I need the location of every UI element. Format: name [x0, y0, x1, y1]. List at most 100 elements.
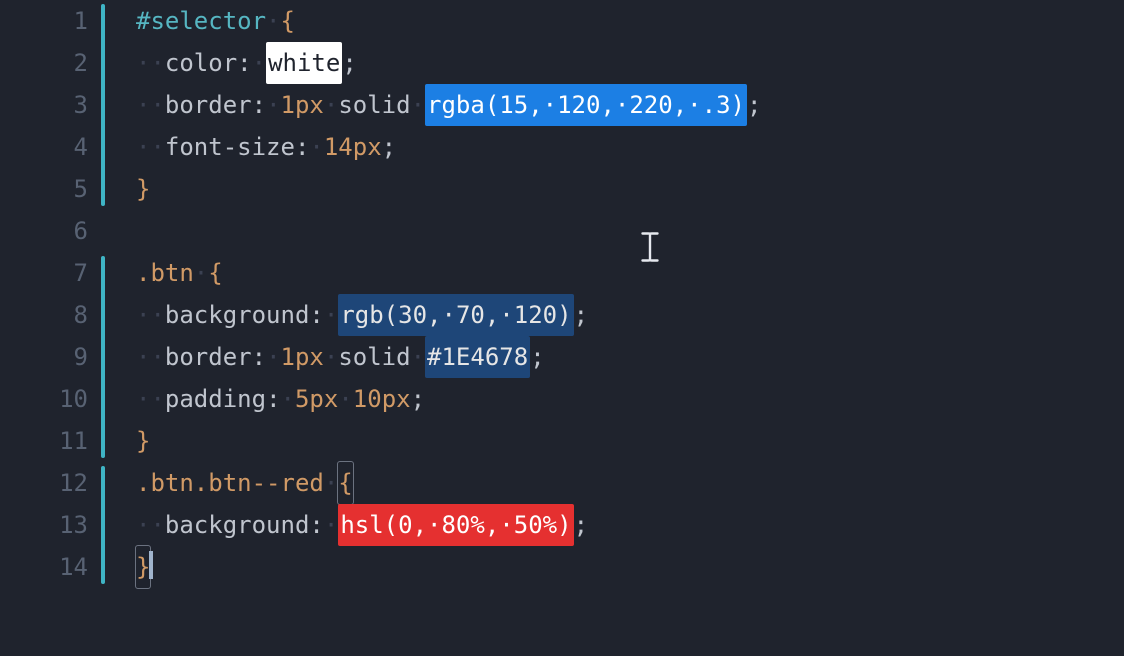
whitespace-dot: · — [411, 91, 425, 119]
paren-open: ( — [485, 91, 499, 119]
number: 70 — [456, 301, 485, 329]
code-area[interactable]: #selector·{ ··color:·white; ··border:·1p… — [108, 0, 1124, 656]
whitespace-dot: · — [150, 301, 164, 329]
keyword: solid — [338, 343, 410, 371]
line-number: 2 — [0, 42, 100, 84]
css-property: border — [165, 343, 252, 371]
whitespace-dot: · — [266, 343, 280, 371]
css-property: padding — [165, 385, 266, 413]
code-line[interactable]: } — [108, 168, 1124, 210]
css-class-selector: .btn — [136, 469, 194, 497]
whitespace-dot: · — [136, 385, 150, 413]
css-property: color — [165, 49, 237, 77]
colon: : — [266, 385, 280, 413]
whitespace-dot: · — [309, 133, 323, 161]
number: 1 — [281, 91, 295, 119]
code-line[interactable]: #selector·{ — [108, 0, 1124, 42]
whitespace-dot: · — [543, 91, 557, 119]
number: 10 — [353, 385, 382, 413]
comma: , — [485, 511, 499, 539]
code-line[interactable]: ··background:·hsl(0,·80%,·50%); — [108, 504, 1124, 546]
fold-region-marker[interactable] — [101, 4, 105, 206]
code-line[interactable]: ··font-size:·14px; — [108, 126, 1124, 168]
whitespace-dot: · — [499, 301, 513, 329]
color-swatch-white[interactable]: white — [266, 42, 342, 84]
line-number: 1 — [0, 0, 100, 42]
fold-region-marker[interactable] — [101, 256, 105, 458]
code-line[interactable]: ··background:·rgb(30,·70,·120); — [108, 294, 1124, 336]
semicolon: ; — [574, 511, 588, 539]
fold-indicator-bar[interactable] — [100, 0, 108, 656]
unit: px — [353, 133, 382, 161]
comma: , — [427, 301, 441, 329]
code-line[interactable] — [108, 210, 1124, 252]
semicolon: ; — [411, 385, 425, 413]
css-id-selector: #selector — [136, 7, 266, 35]
semicolon: ; — [747, 91, 761, 119]
whitespace-dot: · — [150, 385, 164, 413]
line-number: 12 — [0, 462, 100, 504]
brace-close: } — [136, 427, 150, 455]
function-name: rgb — [340, 301, 383, 329]
number: 80 — [441, 511, 470, 539]
paren-open: ( — [384, 511, 398, 539]
whitespace-dot: · — [136, 301, 150, 329]
fold-region-marker[interactable] — [101, 466, 105, 584]
comma: , — [673, 91, 687, 119]
code-line[interactable]: .btn.btn--red·{ — [108, 462, 1124, 504]
code-line[interactable]: ··padding:·5px·10px; — [108, 378, 1124, 420]
semicolon: ; — [530, 343, 544, 371]
whitespace-dot: · — [338, 385, 352, 413]
whitespace-dot: · — [150, 133, 164, 161]
whitespace-dot: · — [324, 469, 338, 497]
number: 1 — [281, 343, 295, 371]
number: 14 — [324, 133, 353, 161]
code-line[interactable]: } — [108, 420, 1124, 462]
whitespace-dot: · — [281, 385, 295, 413]
color-swatch-hex[interactable]: #1E4678 — [425, 336, 530, 378]
number: 5 — [295, 385, 309, 413]
hex-value: 1E4678 — [441, 343, 528, 371]
whitespace-dot: · — [136, 511, 150, 539]
whitespace-dot: · — [136, 133, 150, 161]
code-line[interactable]: ··color:·white; — [108, 42, 1124, 84]
code-editor[interactable]: 1 2 3 4 5 6 7 8 9 10 11 12 13 14 #select… — [0, 0, 1124, 656]
number: 30 — [398, 301, 427, 329]
whitespace-dot: · — [136, 343, 150, 371]
code-line[interactable]: ··border:·1px·solid·#1E4678; — [108, 336, 1124, 378]
percent: % — [470, 511, 484, 539]
line-number: 8 — [0, 294, 100, 336]
whitespace-dot: · — [324, 343, 338, 371]
whitespace-dot: · — [266, 7, 280, 35]
color-swatch-rgb[interactable]: rgb(30,·70,·120) — [338, 294, 573, 336]
colon: : — [252, 343, 266, 371]
colon: : — [309, 511, 323, 539]
number: 120 — [514, 301, 557, 329]
function-name: rgba — [427, 91, 485, 119]
line-number: 9 — [0, 336, 100, 378]
code-line[interactable]: } — [108, 546, 1124, 588]
css-property: font-size — [165, 133, 295, 161]
code-line[interactable]: .btn·{ — [108, 252, 1124, 294]
whitespace-dot: · — [252, 49, 266, 77]
function-name: hsl — [340, 511, 383, 539]
code-line[interactable]: ··border:·1px·solid·rgba(15,·120,·220,·.… — [108, 84, 1124, 126]
css-class-selector: .btn — [136, 259, 194, 287]
brace-close-matched: } — [136, 546, 150, 588]
line-number: 14 — [0, 546, 100, 588]
color-value: white — [268, 49, 340, 77]
number: .3 — [702, 91, 731, 119]
comma: , — [600, 91, 614, 119]
whitespace-dot: · — [194, 259, 208, 287]
whitespace-dot: · — [324, 511, 338, 539]
whitespace-dot: · — [615, 91, 629, 119]
line-number: 10 — [0, 378, 100, 420]
line-number: 7 — [0, 252, 100, 294]
whitespace-dot: · — [136, 91, 150, 119]
color-swatch-rgba[interactable]: rgba(15,·120,·220,·.3) — [425, 84, 747, 126]
unit: px — [382, 385, 411, 413]
color-swatch-hsl[interactable]: hsl(0,·80%,·50%) — [338, 504, 573, 546]
line-number: 5 — [0, 168, 100, 210]
colon: : — [237, 49, 251, 77]
line-number: 3 — [0, 84, 100, 126]
